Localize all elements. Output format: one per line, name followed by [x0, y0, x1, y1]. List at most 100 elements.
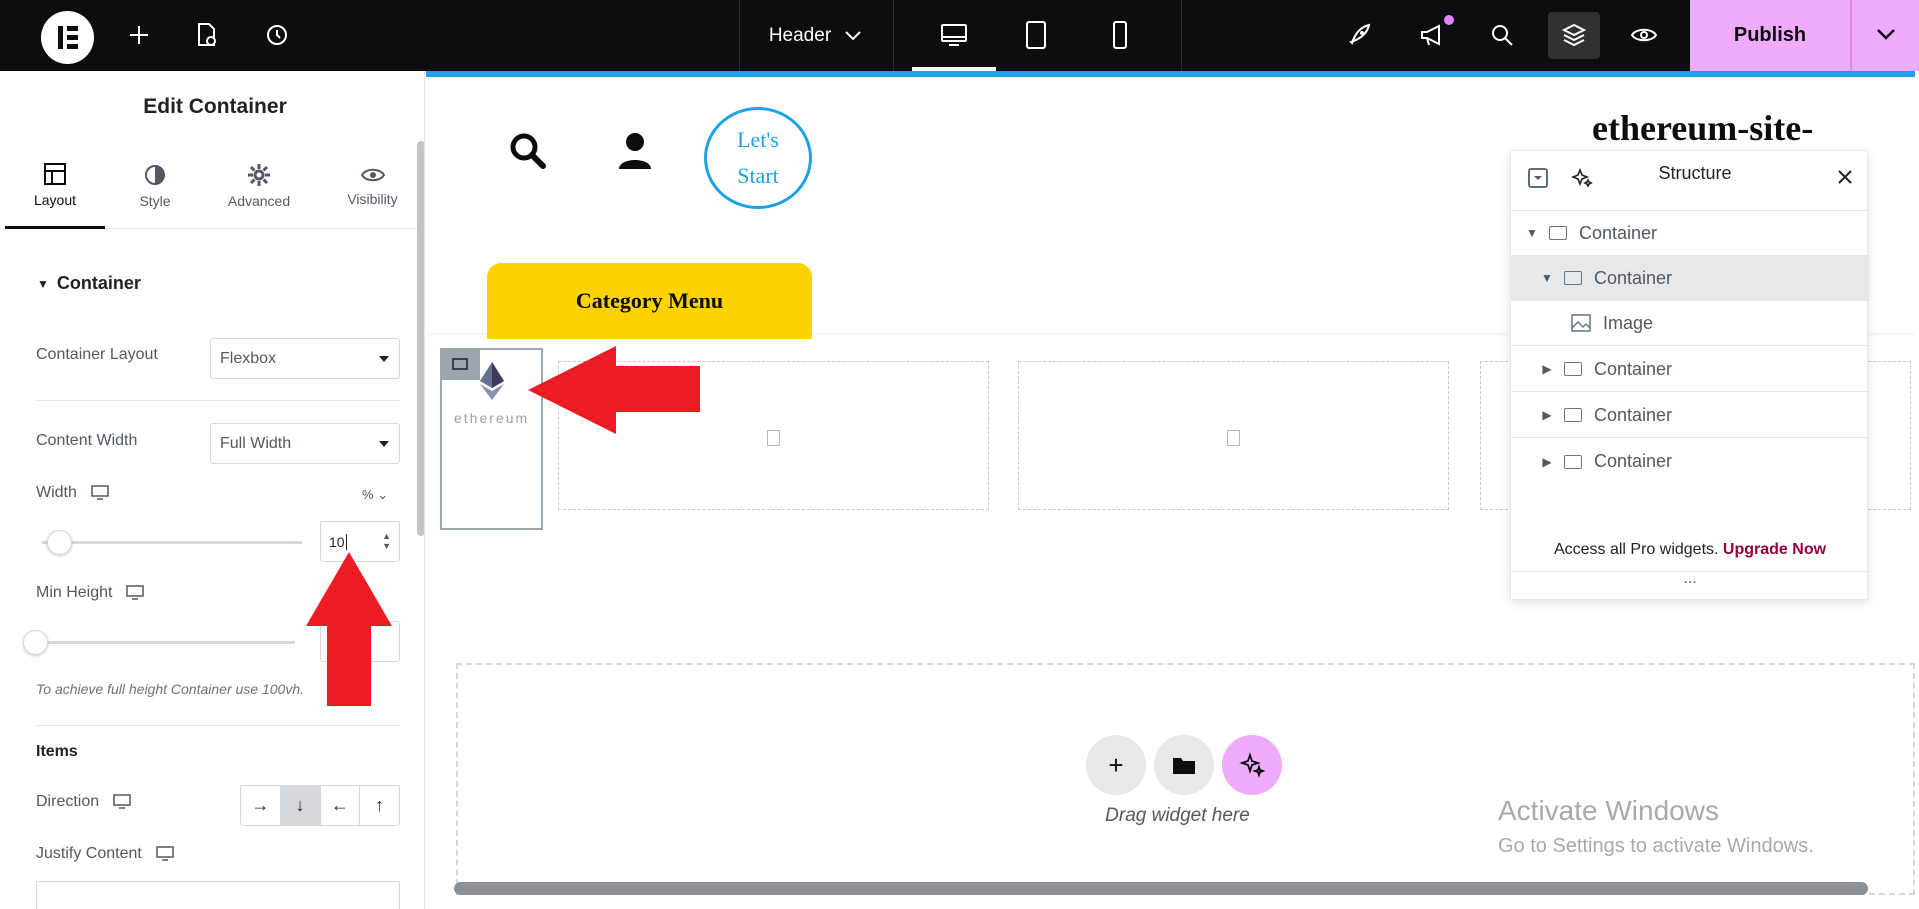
- divider: [36, 400, 400, 401]
- tab-advanced[interactable]: Advanced: [205, 143, 313, 229]
- desktop-icon[interactable]: [936, 17, 972, 53]
- add-template-button[interactable]: [1154, 735, 1214, 795]
- plus-icon: +: [1108, 749, 1124, 780]
- width-label: Width: [36, 484, 77, 501]
- gear-icon: [248, 164, 270, 186]
- search-icon[interactable]: [508, 131, 548, 176]
- structure-item-label: Image: [1603, 312, 1654, 333]
- lets-start-line2: Start: [737, 163, 779, 188]
- publish-label: Publish: [1733, 24, 1807, 46]
- windows-activation-title: Activate Windows: [1498, 795, 1719, 826]
- add-section-button[interactable]: +: [1086, 735, 1146, 795]
- preview-eye-icon[interactable]: [1626, 17, 1662, 53]
- user-icon[interactable]: [618, 131, 652, 176]
- add-element-icon[interactable]: [122, 18, 156, 52]
- direction-column-reverse-button[interactable]: ↑: [360, 786, 399, 825]
- caret-right-icon[interactable]: ▶: [1540, 362, 1554, 376]
- caret-down-icon[interactable]: ▼: [1540, 271, 1554, 285]
- structure-item-container-selected[interactable]: ▼ Container: [1511, 256, 1869, 301]
- justify-content-button-group[interactable]: [36, 881, 400, 909]
- document-select[interactable]: Header: [740, 0, 890, 71]
- chevron-down-icon: ⌄: [377, 487, 389, 502]
- container-icon: [1564, 362, 1582, 376]
- width-slider-track[interactable]: [42, 541, 302, 544]
- panel-title: Edit Container: [143, 95, 287, 118]
- caret-right-icon[interactable]: ▶: [1540, 408, 1554, 422]
- logo-text: ethereum: [454, 410, 530, 426]
- container-layout-select[interactable]: Flexbox: [210, 338, 400, 379]
- min-height-label-row: Min Height: [36, 584, 145, 602]
- site-title: ethereum-site-: [1592, 108, 1814, 148]
- structure-item-container[interactable]: ▶ Container: [1511, 393, 1869, 438]
- tab-label: Visibility: [347, 191, 398, 207]
- desktop-icon[interactable]: [156, 846, 174, 862]
- arrow-up-icon: ↑: [375, 795, 385, 815]
- items-heading: Items: [36, 743, 78, 760]
- divider: [36, 725, 400, 726]
- mobile-icon[interactable]: [1102, 17, 1138, 53]
- tab-style[interactable]: Style: [105, 143, 205, 229]
- empty-container[interactable]: [1018, 361, 1449, 510]
- container-icon: [1564, 271, 1582, 285]
- structure-resize-handle[interactable]: ...: [1511, 571, 1869, 601]
- width-unit-select[interactable]: % ⌄: [362, 487, 388, 503]
- editor-top-bar: Header Publish: [0, 0, 1919, 71]
- unit-label: %: [362, 487, 374, 502]
- lets-start-line1: Let's: [737, 127, 779, 152]
- desktop-icon[interactable]: [91, 485, 109, 501]
- elementor-logo-icon[interactable]: [41, 11, 94, 64]
- min-height-slider-track[interactable]: [35, 641, 295, 644]
- layout-icon: [44, 162, 66, 185]
- structure-item-container[interactable]: ▼ Container: [1511, 211, 1869, 256]
- container-handle-icon[interactable]: [440, 348, 480, 380]
- tablet-icon[interactable]: [1018, 17, 1054, 53]
- structure-panel: Structure ▼ Container ▼ Container Image …: [1510, 150, 1869, 601]
- caret-right-icon[interactable]: ▶: [1540, 455, 1554, 469]
- direction-label-row: Direction: [36, 793, 131, 811]
- publish-options-button[interactable]: [1852, 0, 1919, 71]
- layers-icon[interactable]: [1556, 17, 1592, 53]
- page-settings-icon[interactable]: [190, 18, 224, 52]
- category-menu-button[interactable]: Category Menu: [487, 263, 812, 339]
- structure-item-image[interactable]: Image: [1511, 301, 1869, 346]
- structure-item-container[interactable]: ▶ Container: [1511, 347, 1869, 392]
- structure-title: Structure: [1658, 163, 1732, 183]
- rocket-icon[interactable]: [1342, 17, 1378, 53]
- folder-icon: [1173, 758, 1195, 774]
- red-arrow-left-icon: [528, 346, 700, 434]
- panel-scrollbar[interactable]: [417, 141, 424, 536]
- width-slider-handle[interactable]: [47, 530, 72, 555]
- red-arrow-up-icon: [306, 552, 392, 706]
- direction-row-button[interactable]: →: [241, 786, 281, 825]
- content-width-select[interactable]: Full Width: [210, 423, 400, 464]
- container-layout-label: Container Layout: [36, 346, 158, 363]
- upgrade-now-link[interactable]: Upgrade Now: [1723, 541, 1826, 558]
- chevron-down-icon: [1876, 27, 1896, 45]
- direction-row-reverse-button[interactable]: ←: [321, 786, 361, 825]
- edit-panel: Edit Container Layout Style Advanced Vis…: [5, 71, 425, 909]
- section-container-toggle[interactable]: ▼ Container: [37, 273, 141, 294]
- direction-column-button[interactable]: ↓: [280, 786, 321, 825]
- desktop-icon[interactable]: [126, 585, 145, 601]
- tab-visibility[interactable]: Visibility: [320, 143, 424, 229]
- close-icon[interactable]: [1837, 169, 1853, 190]
- windows-activation-subtitle: Go to Settings to activate Windows.: [1498, 835, 1814, 857]
- canvas-horizontal-scrollbar[interactable]: [454, 882, 1868, 895]
- min-height-slider-handle[interactable]: [23, 630, 48, 655]
- content-width-label: Content Width: [36, 432, 138, 449]
- pro-widgets-notice: Access all Pro widgets. Upgrade Now: [1511, 541, 1869, 559]
- search-icon[interactable]: [1484, 17, 1520, 53]
- publish-button[interactable]: Publish: [1690, 0, 1850, 71]
- container-icon: [1564, 454, 1582, 469]
- caret-down-icon[interactable]: ▼: [1525, 226, 1539, 240]
- ai-button[interactable]: [1222, 735, 1282, 795]
- stepper-arrows-icon[interactable]: ▲ ▼: [382, 531, 391, 551]
- history-icon[interactable]: [260, 18, 294, 52]
- tab-layout[interactable]: Layout: [5, 143, 105, 229]
- desktop-icon[interactable]: [113, 794, 131, 810]
- lets-start-button[interactable]: Let's Start: [704, 107, 812, 209]
- placeholder-icon: [767, 430, 780, 446]
- style-icon: [145, 165, 165, 185]
- structure-item-container[interactable]: ▶ Container: [1511, 439, 1869, 484]
- arrow-left-icon: ←: [330, 795, 349, 815]
